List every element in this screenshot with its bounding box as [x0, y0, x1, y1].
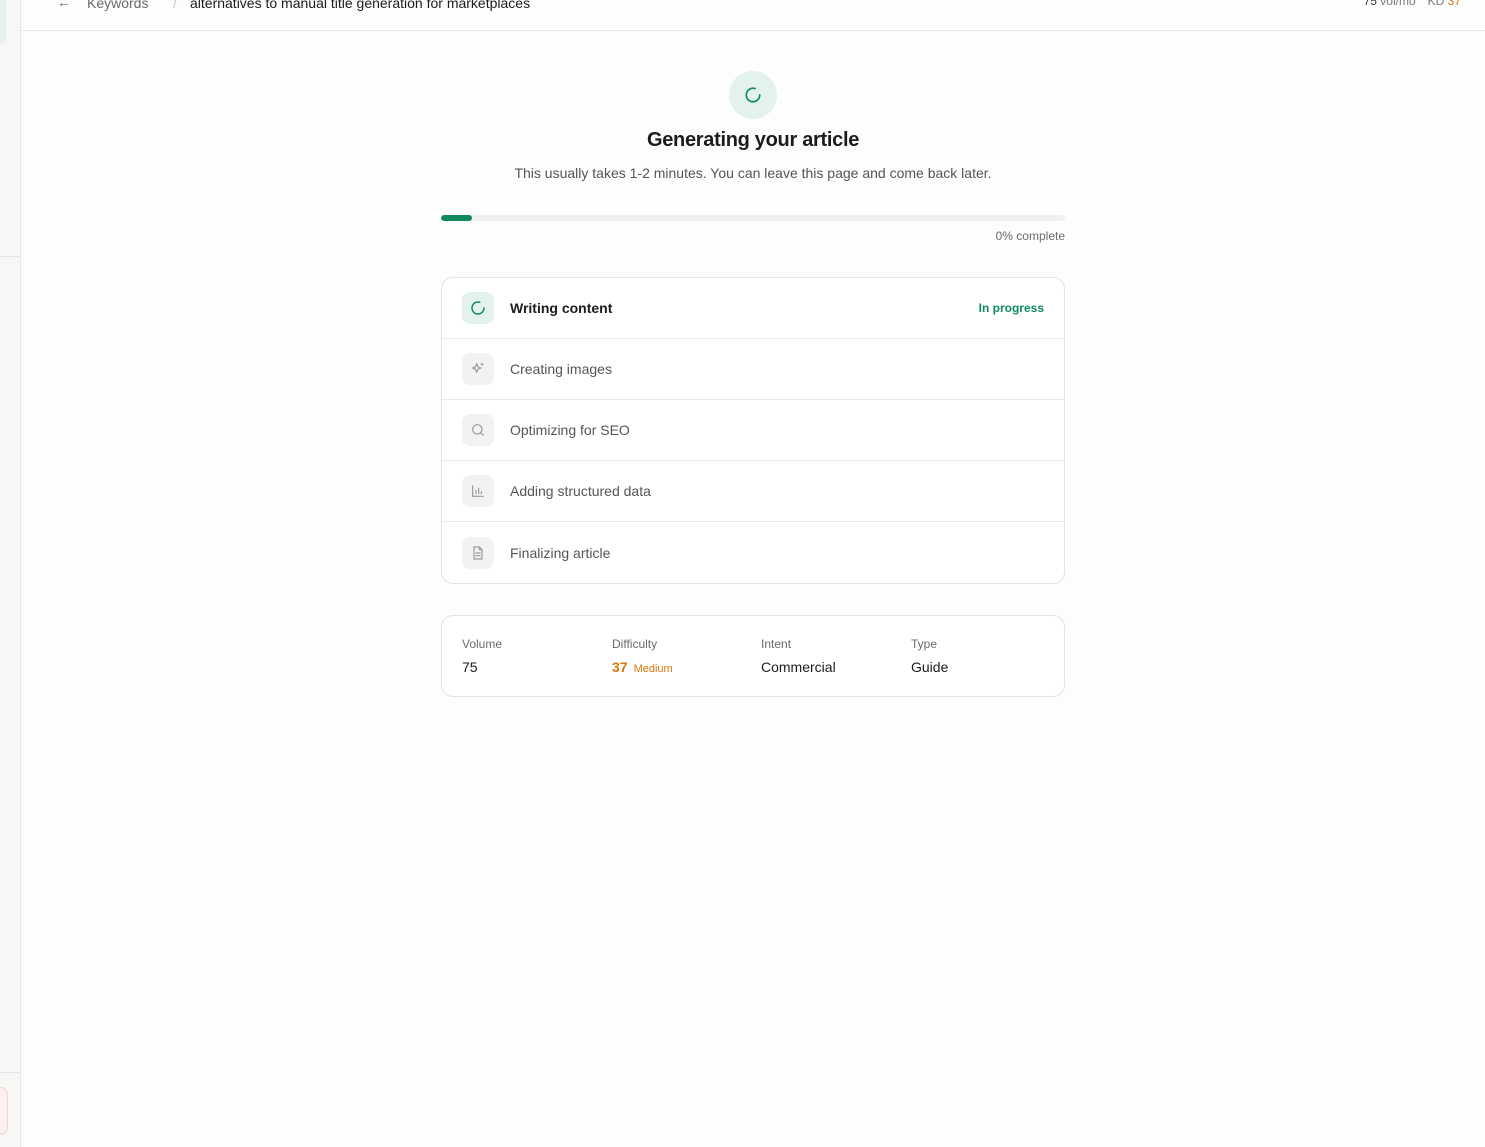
keyword-stats: 75 vol/mo KD 37 — [1364, 0, 1461, 9]
spinner-icon — [462, 292, 494, 324]
breadcrumb-separator: / — [173, 0, 177, 11]
sidebar-divider-bottom — [0, 1072, 21, 1073]
step-label: Creating images — [510, 361, 612, 377]
search-icon — [462, 414, 494, 446]
kd-stat: KD 37 — [1427, 0, 1461, 8]
breadcrumb-keywords-link[interactable]: Keywords — [87, 0, 148, 12]
meta-type: Type Guide — [911, 637, 949, 675]
step-writing-content: Writing content In progress — [442, 278, 1064, 339]
sidebar-active-item[interactable] — [0, 0, 6, 44]
meta-intent: Intent Commercial — [761, 637, 836, 675]
document-icon — [462, 536, 494, 569]
bar-chart-icon — [462, 475, 494, 507]
breadcrumb-current: alternatives to manual title generation … — [190, 0, 531, 11]
meta-volume: Volume 75 — [462, 637, 503, 675]
keyword-meta-card: Volume 75 Difficulty 37 Medium Intent Com… — [441, 615, 1065, 697]
difficulty-level: Medium — [633, 663, 673, 675]
back-arrow-icon[interactable]: ← — [57, 0, 73, 10]
step-label: Adding structured data — [510, 483, 651, 499]
progress-bar — [441, 215, 1065, 221]
page-subtitle: This usually takes 1-2 minutes. You can … — [514, 165, 992, 181]
step-finalizing-article: Finalizing article — [442, 522, 1064, 583]
loading-spinner-icon — [729, 71, 777, 119]
progress-bar-fill — [441, 215, 473, 221]
step-label: Finalizing article — [510, 544, 611, 561]
sparkles-icon — [462, 353, 494, 385]
step-creating-images: Creating images — [442, 339, 1064, 400]
page-title: Generating your article — [646, 129, 860, 151]
top-bar: ← Keywords / alternatives to manual titl… — [21, 0, 1485, 31]
step-label: Writing content — [510, 300, 613, 316]
status-badge: In progress — [978, 301, 1044, 315]
step-optimizing-seo: Optimizing for SEO — [442, 400, 1064, 461]
sidebar — [0, 0, 21, 1147]
volume-stat: 75 vol/mo — [1363, 0, 1416, 8]
meta-difficulty: Difficulty 37 Medium — [612, 637, 673, 675]
steps-list: Writing content In progress Creating ima… — [441, 277, 1065, 584]
progress-label: 0% complete — [995, 229, 1065, 243]
sidebar-bottom-item[interactable] — [0, 1087, 8, 1135]
sidebar-divider — [0, 256, 21, 257]
difficulty-score: 37 — [612, 659, 628, 675]
step-label: Optimizing for SEO — [510, 422, 630, 438]
step-structured-data: Adding structured data — [442, 461, 1064, 522]
